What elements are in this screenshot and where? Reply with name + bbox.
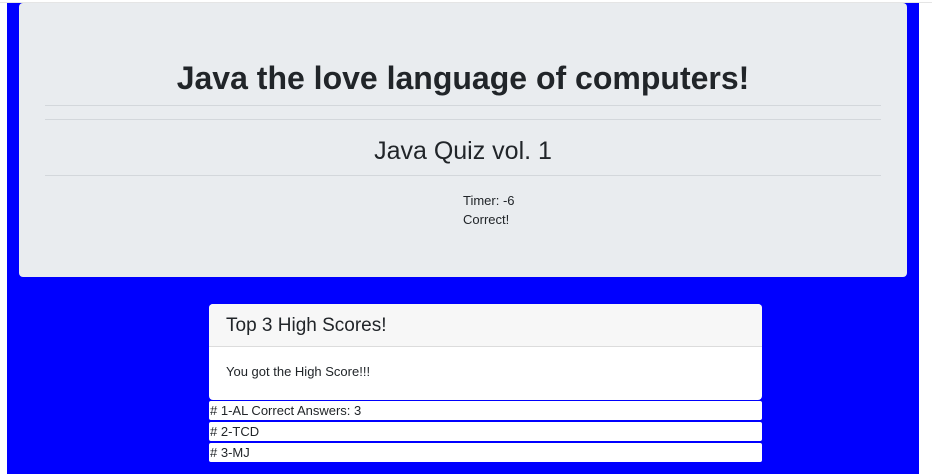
high-score-entry-3: # 3-MJ xyxy=(209,443,762,462)
high-score-heading: Top 3 High Scores! xyxy=(209,304,762,347)
quiz-subtitle: Java Quiz vol. 1 xyxy=(374,137,552,165)
divider-middle xyxy=(45,119,881,120)
high-score-entry-2: # 2-TCD xyxy=(209,422,762,441)
browser-viewport: Java the love language of computers! Jav… xyxy=(0,0,932,474)
jumbotron-header: Java the love language of computers! Jav… xyxy=(19,3,907,277)
page-title: Java the love language of computers! xyxy=(176,60,750,96)
high-score-message: You got the High Score!!! xyxy=(226,364,371,379)
quiz-status: Timer: -6 Correct! xyxy=(463,191,515,229)
high-score-entry-1: # 1-AL Correct Answers: 3 xyxy=(209,401,762,420)
divider-bottom xyxy=(45,175,881,176)
high-score-list: # 1-AL Correct Answers: 3 # 2-TCD # 3-MJ xyxy=(209,401,762,464)
high-score-card: Top 3 High Scores! You got the High Scor… xyxy=(209,304,762,400)
divider-top xyxy=(45,105,881,106)
timer-display: Timer: -6 xyxy=(463,193,515,208)
page-background: Java the love language of computers! Jav… xyxy=(7,3,919,474)
answer-result: Correct! xyxy=(463,212,510,227)
